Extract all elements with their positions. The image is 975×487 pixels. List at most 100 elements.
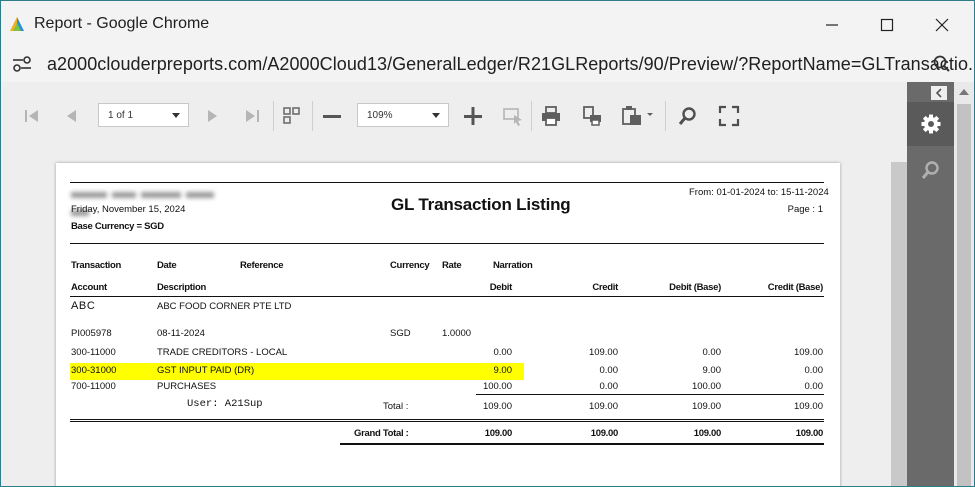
last-page-icon xyxy=(246,110,259,122)
first-page-icon xyxy=(25,110,38,122)
previous-page-icon xyxy=(67,110,76,122)
grand-total-debit-base: 109.00 xyxy=(693,428,722,439)
grand-total-label: Grand Total : xyxy=(354,428,409,439)
maximize-icon xyxy=(880,18,894,32)
print-page-button[interactable] xyxy=(579,104,605,128)
col-credit-base: Credit (Base) xyxy=(767,282,824,293)
line-description: TRADE CREDITORS - LOCAL xyxy=(157,347,288,358)
transaction-number: PI005978 xyxy=(71,328,112,339)
line-credit: 0.00 xyxy=(599,365,619,376)
chevron-down-icon xyxy=(172,113,180,118)
search-icon xyxy=(921,161,939,179)
last-page-button[interactable] xyxy=(240,104,264,128)
grand-total-rule-top-2 xyxy=(70,421,824,422)
grand-total-underline xyxy=(340,443,824,445)
search-tab[interactable] xyxy=(907,148,954,192)
multipage-view-button[interactable] xyxy=(280,104,304,128)
next-page-icon xyxy=(208,110,217,122)
print-date: Friday, November 15, 2024 xyxy=(71,204,186,215)
date-range: From: 01-01-2024 to: 15-11-2024 xyxy=(689,187,829,198)
grand-total-debit: 109.00 xyxy=(484,428,513,439)
line-credit-base: 0.00 xyxy=(804,365,824,376)
url-field[interactable]: a2000clouderpreports.com/A2000Cloud13/Ge… xyxy=(47,54,974,75)
line-credit: 0.00 xyxy=(599,381,619,392)
viewer-toolbar: 1 of 1 109% xyxy=(1,82,907,148)
zoom-select-value: 109% xyxy=(367,109,393,121)
export-button[interactable] xyxy=(618,104,656,128)
group-name: ABC FOOD CORNER PTE LTD xyxy=(157,301,292,312)
page-select-value: 1 of 1 xyxy=(108,109,134,121)
col-narration: Narration xyxy=(493,260,533,271)
line-account: 700-11000 xyxy=(71,381,116,392)
fullscreen-icon xyxy=(718,105,740,127)
multipage-icon xyxy=(283,107,300,124)
search-button[interactable] xyxy=(676,104,700,128)
line-debit: 100.00 xyxy=(482,381,512,392)
minimize-icon xyxy=(826,24,838,26)
app-logo-icon xyxy=(10,17,24,31)
col-reference: Reference xyxy=(240,260,284,271)
col-rate: Rate xyxy=(442,260,462,271)
next-page-button[interactable] xyxy=(201,104,223,128)
cursor-field-icon xyxy=(503,108,522,126)
toolbar-separator xyxy=(312,101,313,131)
collapse-panel-button[interactable] xyxy=(931,86,947,100)
maximize-button[interactable] xyxy=(864,9,910,41)
transaction-rate: 1.0000 xyxy=(442,328,472,339)
chevron-left-icon xyxy=(935,88,942,98)
zoom-icon[interactable] xyxy=(932,54,952,74)
close-icon xyxy=(935,18,949,32)
previous-page-button[interactable] xyxy=(61,104,83,128)
header-bottom-rule xyxy=(70,296,824,297)
line-debit: 0.00 xyxy=(493,347,513,358)
report-title: GL Transaction Listing xyxy=(391,195,571,214)
grand-total-rule-top xyxy=(70,419,824,420)
zoom-out-button[interactable] xyxy=(320,104,344,128)
redacted-company-name xyxy=(71,186,239,216)
fullscreen-button[interactable] xyxy=(716,104,742,128)
header-top-rule xyxy=(70,243,824,244)
highlight-editing-fields-button[interactable] xyxy=(500,104,526,128)
zoom-select[interactable]: 109% xyxy=(357,103,449,127)
vertical-scrollbar[interactable] xyxy=(891,162,907,486)
total-debit: 109.00 xyxy=(482,401,512,412)
site-info-icon[interactable] xyxy=(11,55,33,73)
line-account: 300-31000 xyxy=(71,365,117,376)
browser-window: Report - Google Chrome a2000clouderprepo… xyxy=(0,0,975,487)
zoom-in-button[interactable] xyxy=(461,104,485,128)
chevron-down-icon xyxy=(432,113,440,118)
col-debit: Debit xyxy=(489,282,513,293)
page-number: Page : 1 xyxy=(787,204,823,215)
col-date: Date xyxy=(157,260,177,271)
total-credit: 109.00 xyxy=(588,401,618,412)
side-panel xyxy=(907,82,954,486)
print-button[interactable] xyxy=(539,104,563,128)
minus-icon xyxy=(323,115,341,118)
properties-tab[interactable] xyxy=(907,102,954,146)
minimize-button[interactable] xyxy=(809,9,855,41)
first-page-button[interactable] xyxy=(21,104,43,128)
report-page: Friday, November 15, 2024 Base Currency … xyxy=(56,163,840,486)
close-button[interactable] xyxy=(919,9,965,41)
transaction-date: 08-11-2024 xyxy=(157,328,205,339)
total-debit-base: 109.00 xyxy=(691,401,721,412)
line-debit-base: 100.00 xyxy=(691,381,721,392)
line-credit-base: 109.00 xyxy=(793,347,823,358)
base-currency: Base Currency = SGD xyxy=(71,221,164,232)
total-credit-base: 109.00 xyxy=(793,401,823,412)
col-description: Description xyxy=(157,282,206,293)
gear-icon xyxy=(921,114,940,134)
line-debit: 9.00 xyxy=(493,365,513,376)
subtotal-rule xyxy=(476,394,824,395)
page-select[interactable]: 1 of 1 xyxy=(98,103,189,127)
group-code: ABC xyxy=(71,300,96,312)
page-scrollbar-thumb[interactable] xyxy=(957,104,971,486)
plus-icon xyxy=(464,107,482,125)
printer-icon xyxy=(542,106,560,126)
col-account: Account xyxy=(71,282,107,293)
print-page-icon xyxy=(583,106,601,126)
scrollbar-track-top xyxy=(891,82,907,162)
line-credit-base: 0.00 xyxy=(804,381,824,392)
line-credit: 109.00 xyxy=(588,347,618,358)
toolbar-separator xyxy=(665,101,666,131)
